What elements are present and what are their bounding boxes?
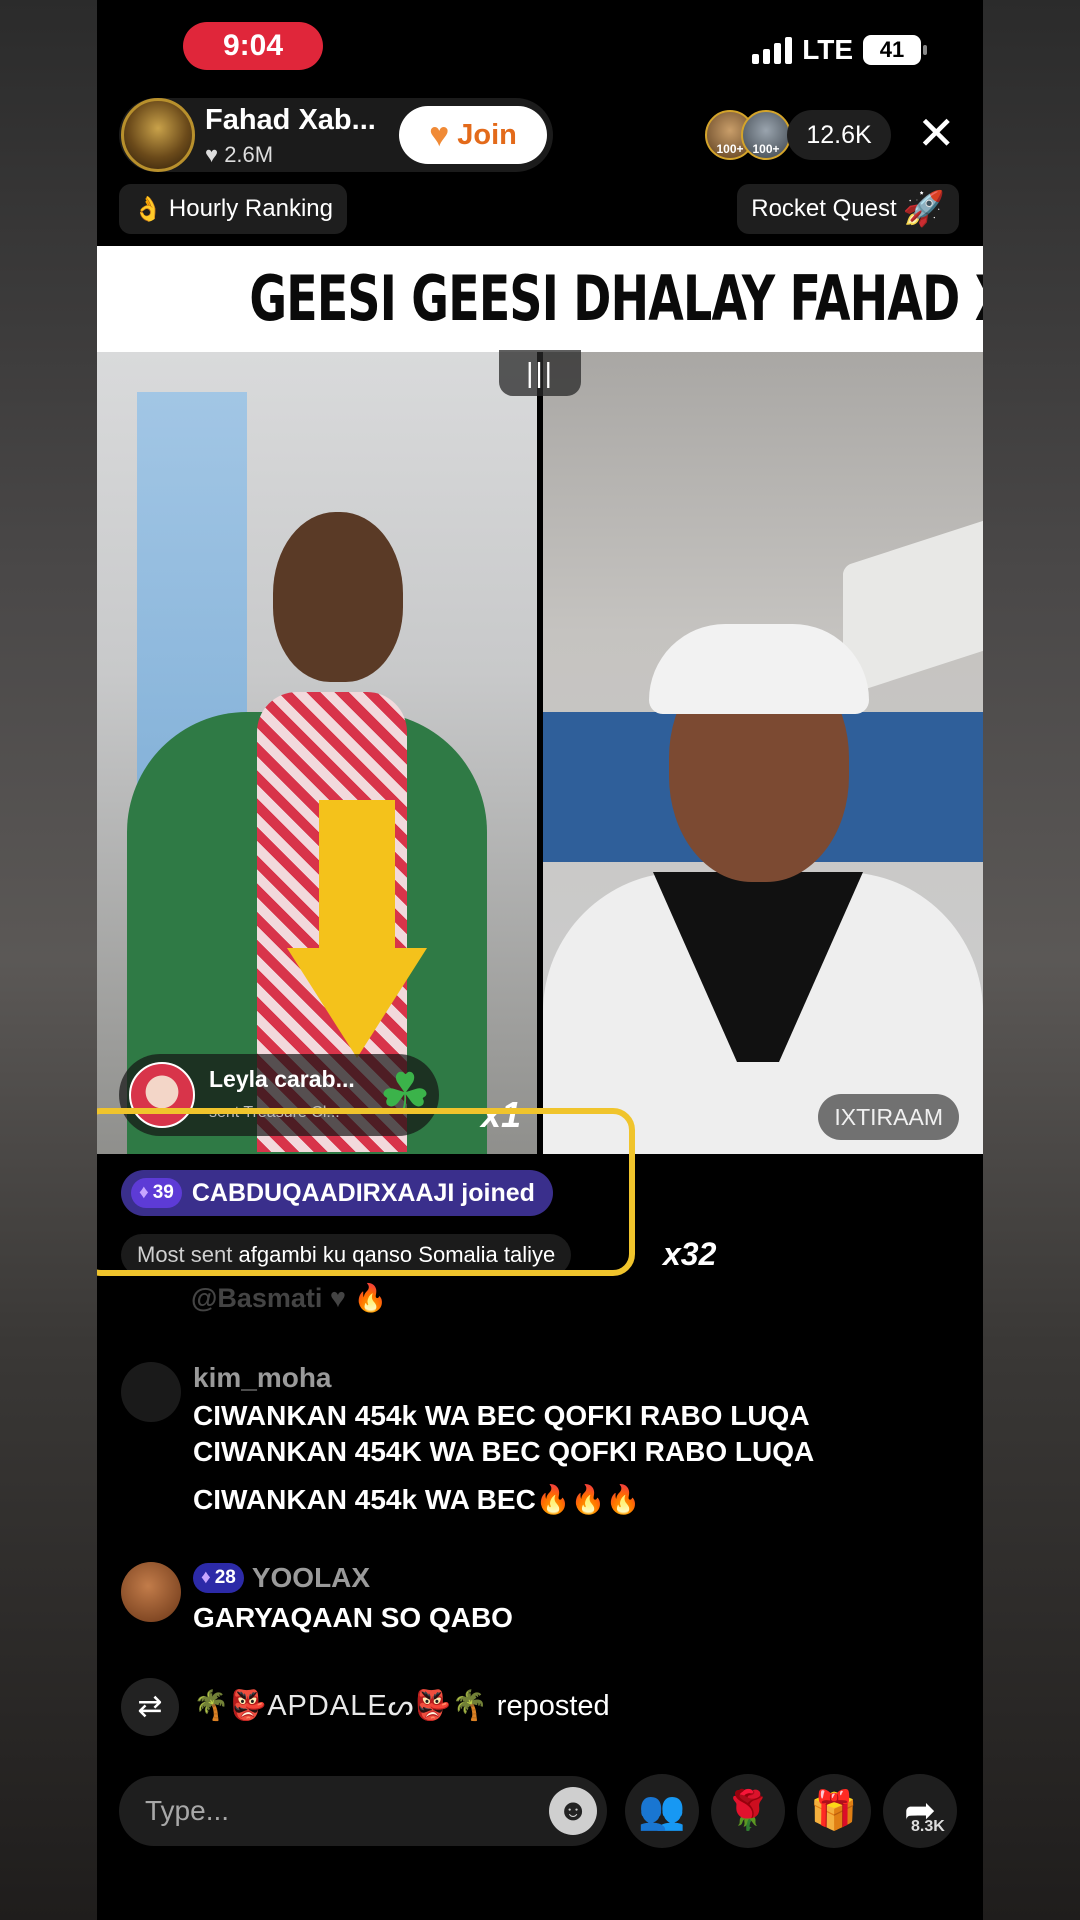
join-label: Join [457, 118, 517, 151]
comment-text: CIWANKAN 454k WA BEC QOFKI RABO LUQA [193, 1400, 810, 1431]
gift-icon[interactable]: 🎁 [797, 1774, 871, 1848]
host-name: Fahad Xab... [205, 104, 376, 136]
highlight-box [97, 1108, 635, 1276]
arrow-down-icon [319, 800, 395, 950]
guest-name-tag[interactable]: IXTIRAAM [818, 1094, 959, 1140]
top-viewers[interactable]: 100+ 100+ [705, 110, 791, 160]
close-icon[interactable]: ✕ [917, 108, 956, 158]
layout-toggle-icon[interactable]: ||| [499, 350, 581, 396]
heart-icon: ♥ [205, 142, 219, 167]
comment-input[interactable] [119, 1776, 607, 1846]
battery-icon: 41 [863, 35, 927, 65]
gift-sender-name: Leyla carab... [209, 1066, 355, 1092]
title-text: GEESI GEESI DHALAY FAHAD XABAD [249, 262, 983, 335]
viewer-avatar[interactable]: 100+ [741, 110, 791, 160]
status-indicators: LTE 41 [752, 34, 927, 66]
emoji-icon[interactable]: ☻ [549, 1787, 597, 1835]
share-icon[interactable]: ➦ [883, 1774, 957, 1848]
hourly-ranking-chip[interactable]: 👌 Hourly Ranking [119, 184, 347, 234]
guest-cap [649, 624, 869, 714]
network-label: LTE [802, 34, 853, 65]
multi-guest-icon[interactable]: 👥 [625, 1774, 699, 1848]
rocket-quest-label: Rocket Quest [751, 195, 897, 222]
comment-avatar[interactable] [121, 1362, 181, 1422]
repost-username[interactable]: 🌴👺ΑΡDΑLΕᔕ👺🌴 [193, 1690, 489, 1722]
level-badge: ♦ 28 [193, 1563, 244, 1593]
comment-text: CIWANKAN 454k WA BEC🔥🔥🔥 [193, 1484, 641, 1515]
live-stream-screen: 9:04 LTE 41 Fahad Xab... ♥ 2.6M ♥ Join 1… [97, 0, 983, 1920]
rocket-quest-chip[interactable]: Rocket Quest 🚀 [737, 184, 959, 234]
comment-header: ♦ 28 YOOLAX [193, 1562, 370, 1594]
arrow-down-head [287, 948, 427, 1058]
faded-comment: @Basmati ♥ 🔥 [191, 1282, 387, 1314]
comment-username[interactable]: YOOLAX [252, 1562, 370, 1594]
comment-text: CIWANKAN 454K WA BEC QOFKI RABO LUQA [193, 1436, 815, 1467]
repost-action: reposted [496, 1690, 610, 1722]
fire-icon: 🔥 [353, 1283, 388, 1313]
signal-icon [752, 36, 793, 64]
comment-avatar[interactable] [121, 1562, 181, 1622]
most-sent-count: x32 [663, 1236, 717, 1272]
status-time: 9:04 [183, 22, 323, 70]
gem-icon: ♦ [201, 1567, 211, 1588]
air-conditioner [843, 517, 983, 697]
hourly-ranking-label: Hourly Ranking [168, 195, 333, 222]
comment-username[interactable]: kim_moha [193, 1362, 332, 1394]
share-count: 8.3K [911, 1818, 945, 1835]
rose-icon[interactable]: 🌹 [711, 1774, 785, 1848]
fire-icon: 👌 [133, 195, 163, 223]
host-video[interactable] [97, 352, 537, 1154]
heart-icon: ♥ [329, 1283, 346, 1313]
host-head [273, 512, 403, 682]
title-banner: GEESI GEESI DHALAY FAHAD XABAD [97, 246, 983, 352]
faded-comment-text: @Basmati [191, 1283, 323, 1313]
level-number: 28 [214, 1567, 236, 1588]
viewer-count[interactable]: 12.6K [787, 110, 891, 160]
join-button[interactable]: ♥ Join [399, 106, 547, 164]
comment-text: GARYAQAAN SO QABO [193, 1602, 513, 1633]
blurred-backdrop-right [983, 0, 1080, 1920]
host-avatar[interactable] [121, 98, 195, 172]
rocket-icon: 🚀 [902, 190, 945, 228]
repost-notice: 🌴👺ΑΡDΑLΕᔕ👺🌴 reposted [193, 1688, 610, 1723]
blurred-backdrop-left [0, 0, 97, 1920]
repost-icon: ⇄ [121, 1678, 179, 1736]
host-likes: ♥ 2.6M [205, 142, 273, 168]
heart-plus-icon: ♥ [429, 115, 450, 154]
guest-video[interactable]: IXTIRAAM [543, 352, 983, 1154]
host-likes-count: 2.6M [224, 142, 274, 167]
